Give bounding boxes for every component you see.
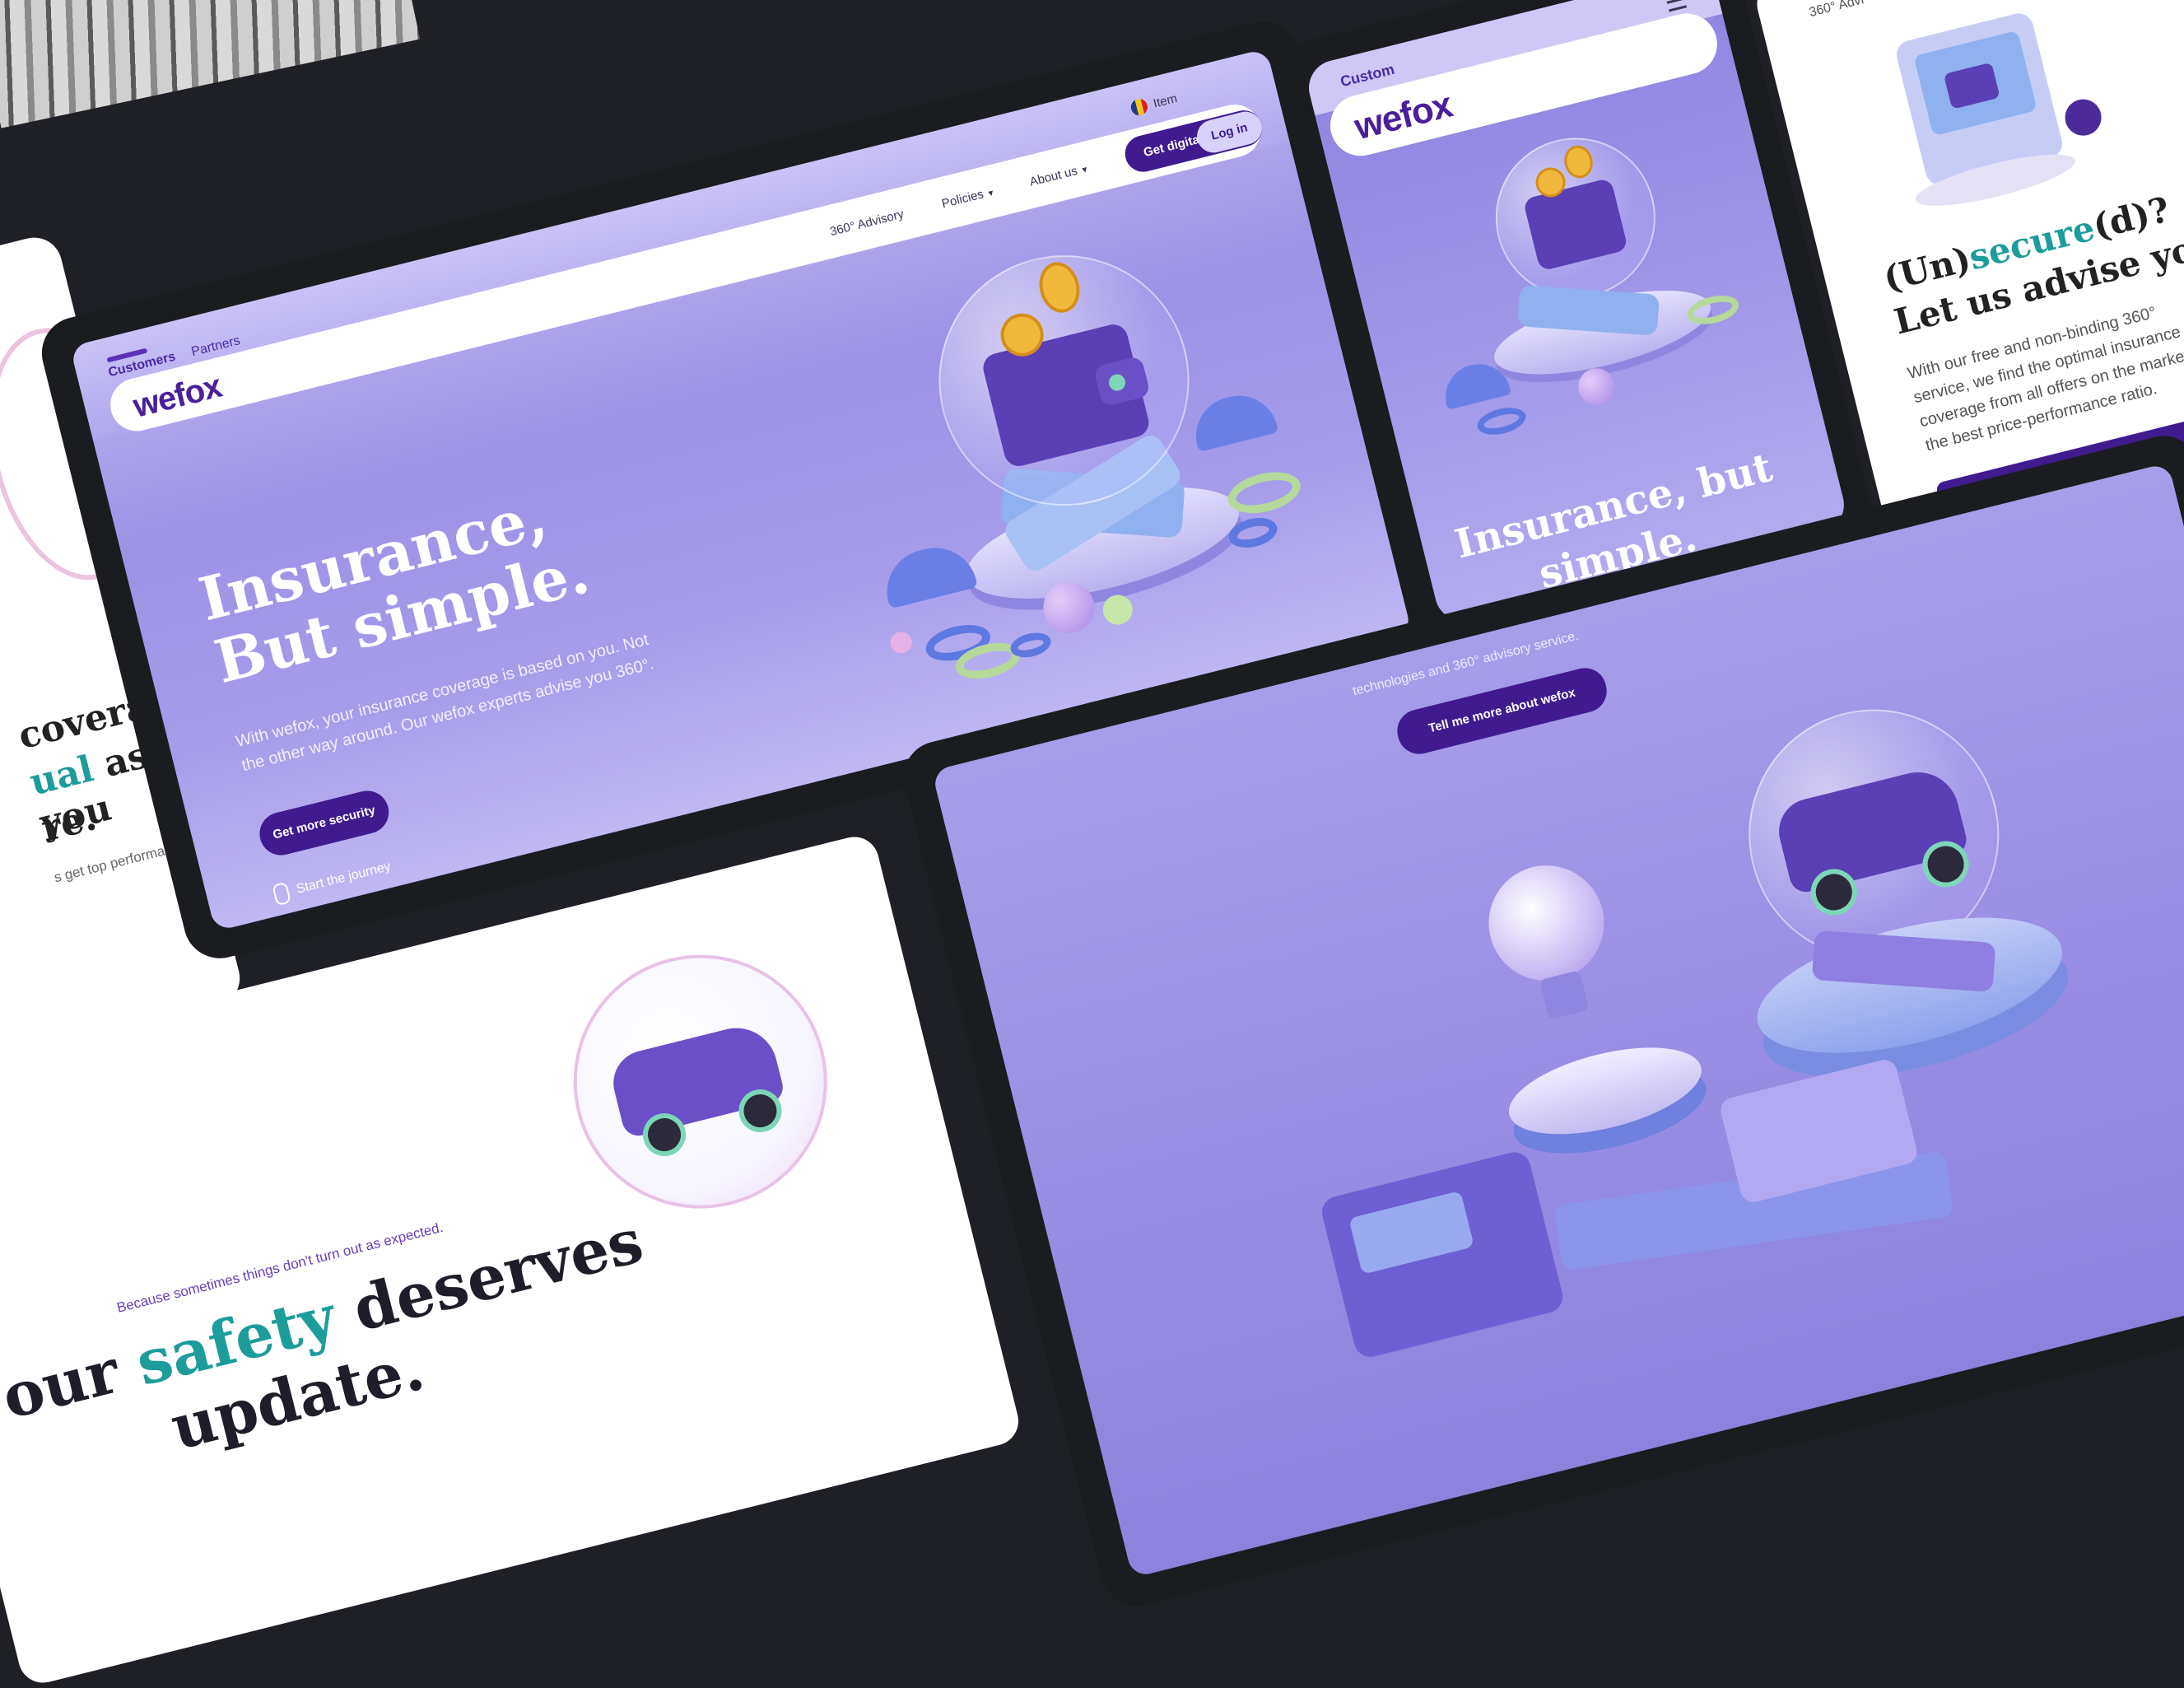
mouse-icon bbox=[272, 881, 291, 907]
green-sphere bbox=[1099, 591, 1136, 628]
mobile-wallet-scene bbox=[1391, 102, 1782, 469]
background-photo bbox=[0, 0, 421, 128]
wallet-scene-illustration bbox=[794, 182, 1345, 709]
blue-ring bbox=[1474, 403, 1529, 440]
factory-scene-illustration bbox=[1115, 636, 2184, 1534]
blue-dome bbox=[1187, 387, 1279, 453]
blue-dome bbox=[878, 539, 979, 609]
pink-sphere bbox=[887, 629, 915, 656]
start-journey-link[interactable]: Start the journey bbox=[272, 856, 393, 907]
start-journey-label: Start the journey bbox=[295, 859, 393, 897]
safety-heading-part2: deserves bbox=[325, 1205, 650, 1351]
purple-ball bbox=[2061, 95, 2106, 140]
lilac-sphere bbox=[1574, 364, 1618, 409]
phone-hand-illustration bbox=[1858, 0, 2113, 228]
advisory-breadcrumb: 360° Advi bbox=[1807, 0, 1865, 21]
get-more-security-button[interactable]: Get more security bbox=[254, 786, 393, 860]
bulb-base bbox=[1539, 970, 1590, 1020]
lightbulb-icon bbox=[1476, 853, 1617, 993]
bulb-pedestal bbox=[1500, 1031, 1711, 1151]
safety-heading-part1: our bbox=[0, 1331, 147, 1434]
